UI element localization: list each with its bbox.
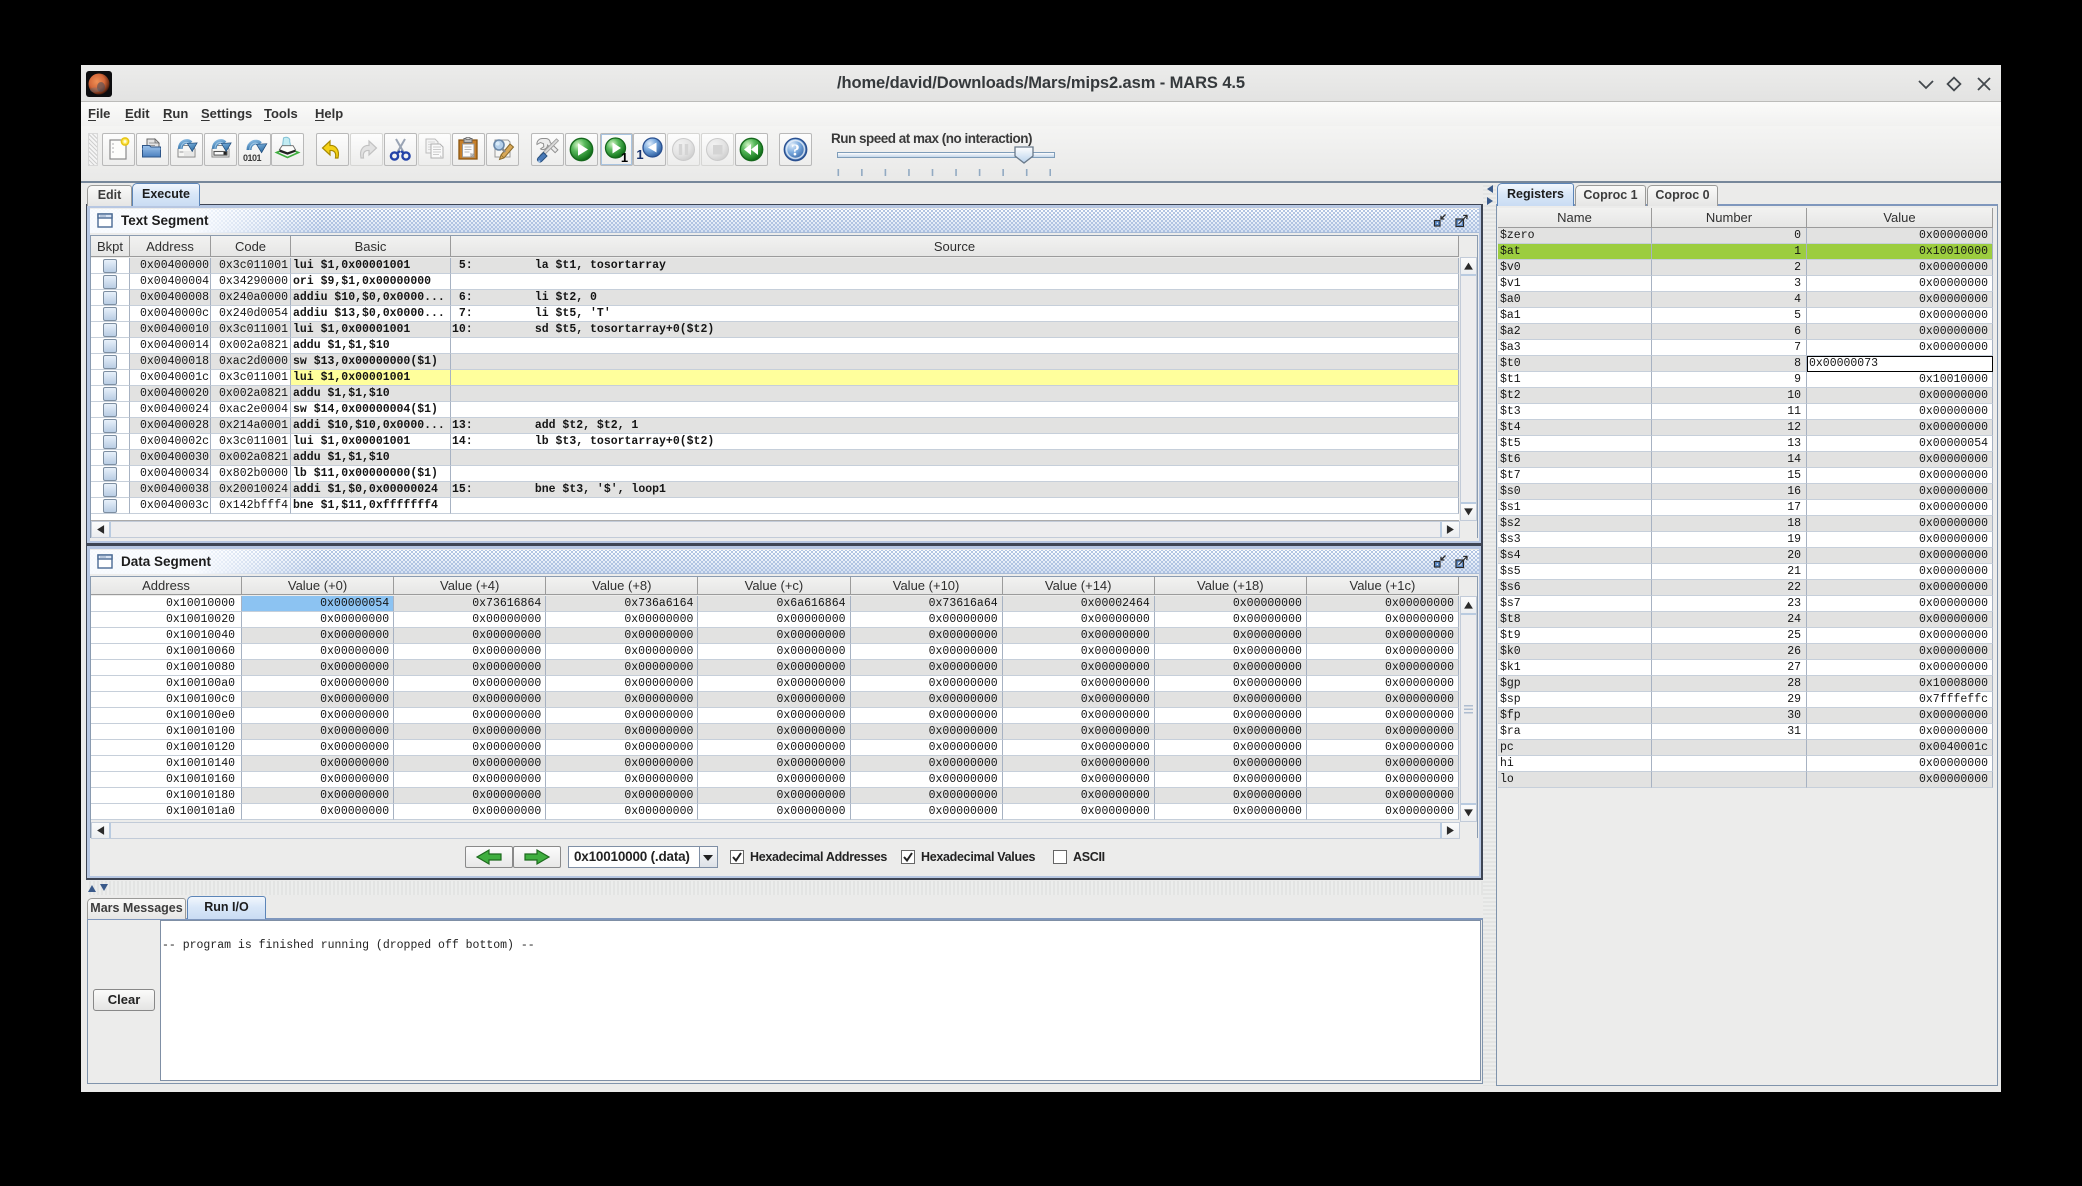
svg-text:?: ? xyxy=(791,141,800,160)
svg-text:1: 1 xyxy=(621,150,628,163)
svg-text:0101: 0101 xyxy=(243,153,262,163)
